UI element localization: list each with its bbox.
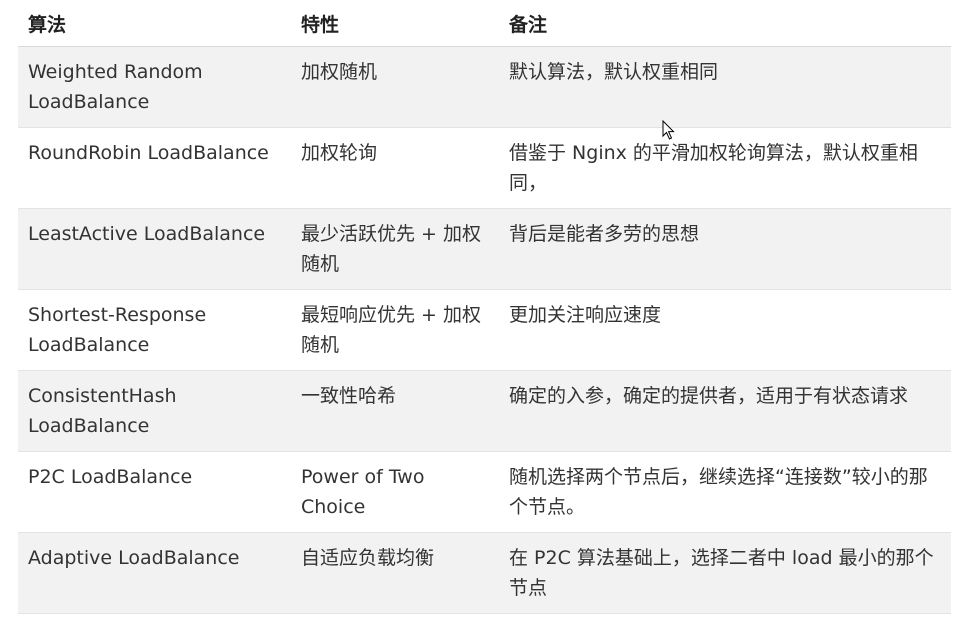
cell-notes: 确定的入参，确定的提供者，适用于有状态请求 xyxy=(499,370,951,452)
cell-notes: 更加关注响应速度 xyxy=(499,289,951,371)
cell-algorithm: RoundRobin LoadBalance xyxy=(18,127,291,209)
load-balance-table-container: 算法 特性 备注 Weighted Random LoadBalance 加权随… xyxy=(18,0,951,614)
header-notes: 备注 xyxy=(499,0,951,47)
cell-feature: 最短响应优先 + 加权随机 xyxy=(291,289,499,371)
table-row: Shortest-Response LoadBalance 最短响应优先 + 加… xyxy=(18,289,951,371)
cell-notes: 随机选择两个节点后，继续选择“连接数”较小的那个节点。 xyxy=(499,451,951,533)
table-row: Adaptive LoadBalance 自适应负载均衡 在 P2C 算法基础上… xyxy=(18,532,951,614)
cell-feature: 自适应负载均衡 xyxy=(291,532,499,614)
table-row: ConsistentHash LoadBalance 一致性哈希 确定的入参，确… xyxy=(18,370,951,452)
cell-feature: 加权轮询 xyxy=(291,127,499,209)
cell-feature: 一致性哈希 xyxy=(291,370,499,452)
mouse-pointer-icon xyxy=(662,120,675,140)
cell-feature: 加权随机 xyxy=(291,46,499,128)
cell-feature: 最少活跃优先 + 加权随机 xyxy=(291,208,499,290)
cell-algorithm: Adaptive LoadBalance xyxy=(18,532,291,614)
cell-notes: 在 P2C 算法基础上，选择二者中 load 最小的那个节点 xyxy=(499,532,951,614)
header-feature: 特性 xyxy=(291,0,499,47)
cell-algorithm: LeastActive LoadBalance xyxy=(18,208,291,290)
table-row: RoundRobin LoadBalance 加权轮询 借鉴于 Nginx 的平… xyxy=(18,127,951,209)
header-algorithm: 算法 xyxy=(18,0,291,47)
load-balance-table: 算法 特性 备注 Weighted Random LoadBalance 加权随… xyxy=(18,0,951,614)
cell-feature: Power of Two Choice xyxy=(291,451,499,533)
cell-notes: 背后是能者多劳的思想 xyxy=(499,208,951,290)
table-row: Weighted Random LoadBalance 加权随机 默认算法，默认… xyxy=(18,46,951,128)
cell-notes: 借鉴于 Nginx 的平滑加权轮询算法，默认权重相同， xyxy=(499,127,951,209)
cell-algorithm: Weighted Random LoadBalance xyxy=(18,46,291,128)
cell-algorithm: P2C LoadBalance xyxy=(18,451,291,533)
cell-algorithm: Shortest-Response LoadBalance xyxy=(18,289,291,371)
table-row: LeastActive LoadBalance 最少活跃优先 + 加权随机 背后… xyxy=(18,208,951,290)
table-header-row: 算法 特性 备注 xyxy=(18,0,951,47)
table-row: P2C LoadBalance Power of Two Choice 随机选择… xyxy=(18,451,951,533)
cell-notes: 默认算法，默认权重相同 xyxy=(499,46,951,128)
cell-algorithm: ConsistentHash LoadBalance xyxy=(18,370,291,452)
